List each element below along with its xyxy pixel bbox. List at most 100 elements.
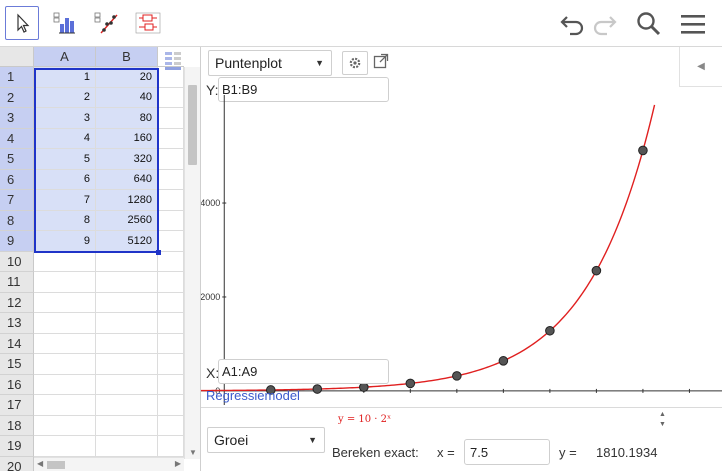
sheet-cell[interactable] [34, 313, 96, 334]
sheet-cell[interactable] [158, 169, 184, 190]
row-header[interactable]: 2 [0, 87, 34, 108]
sheet-cell[interactable] [34, 415, 96, 436]
scroll-right-icon[interactable]: ▶ [175, 459, 181, 468]
move-tool-button[interactable] [5, 6, 39, 40]
corner-cell[interactable] [0, 47, 34, 67]
sheet-cell[interactable] [158, 128, 184, 149]
row-header[interactable]: 8 [0, 210, 34, 231]
sheet-cell[interactable] [158, 108, 184, 129]
sheet-cell[interactable] [158, 251, 184, 272]
sheet-cell[interactable]: 3 [34, 108, 96, 129]
sheet-cell[interactable] [158, 210, 184, 231]
sheet-cell[interactable] [34, 436, 96, 457]
sheet-cell[interactable] [158, 292, 184, 313]
sheet-cell[interactable] [96, 292, 158, 313]
sheet-cell[interactable] [34, 272, 96, 293]
row-header[interactable]: 17 [0, 395, 34, 416]
row-header[interactable]: 3 [0, 108, 34, 129]
sheet-cell[interactable] [96, 251, 158, 272]
sheet-cell[interactable] [96, 415, 158, 436]
sheet-cell[interactable] [158, 333, 184, 354]
sheet-cell[interactable] [158, 354, 184, 375]
row-header[interactable]: 20 [0, 456, 34, 471]
sheet-cell[interactable]: 2 [34, 87, 96, 108]
column-header-a[interactable]: A [34, 47, 96, 67]
sheet-cell[interactable] [96, 374, 158, 395]
sheet-cell[interactable] [34, 251, 96, 272]
row-header[interactable]: 1 [0, 67, 34, 88]
sheet-cell[interactable]: 4 [34, 128, 96, 149]
sheet-cell[interactable] [96, 272, 158, 293]
sheet-cell[interactable]: 2560 [96, 210, 158, 231]
row-header[interactable]: 15 [0, 354, 34, 375]
sheet-cell[interactable] [158, 313, 184, 334]
sheet-cell[interactable]: 5120 [96, 231, 158, 252]
row-header[interactable]: 7 [0, 190, 34, 211]
sheet-cell[interactable]: 6 [34, 169, 96, 190]
sheet-cell[interactable] [34, 354, 96, 375]
sheet-cell[interactable]: 1280 [96, 190, 158, 211]
row-header[interactable]: 10 [0, 251, 34, 272]
row-header[interactable]: 11 [0, 272, 34, 293]
sheet-cell[interactable]: 640 [96, 169, 158, 190]
fill-handle[interactable] [156, 250, 161, 255]
regression-model-link[interactable]: Regressiemodel [206, 388, 300, 403]
sheet-cell[interactable] [158, 87, 184, 108]
horizontal-scrollbar[interactable]: ◀ ▶ [34, 457, 184, 471]
scroll-left-icon[interactable]: ◀ [37, 459, 43, 468]
sheet-cell[interactable] [158, 149, 184, 170]
x-value-input[interactable]: 7.5 [464, 439, 550, 465]
scroll-down-icon[interactable]: ▼ [189, 448, 197, 457]
main-menu-button[interactable] [677, 8, 709, 40]
sheet-cell[interactable]: 40 [96, 87, 158, 108]
sheet-cell[interactable] [34, 374, 96, 395]
sheet-cell[interactable]: 8 [34, 210, 96, 231]
sheet-cell[interactable] [96, 354, 158, 375]
row-header[interactable]: 5 [0, 149, 34, 170]
sheet-cell[interactable] [34, 395, 96, 416]
regression-model-select[interactable]: Groei ▼ [207, 427, 325, 453]
sheet-cell[interactable]: 20 [96, 67, 158, 88]
sheet-cell[interactable] [96, 395, 158, 416]
sheet-cell[interactable]: 7 [34, 190, 96, 211]
horizontal-scroll-thumb[interactable] [47, 461, 65, 469]
x-source-input[interactable]: A1:A9 [218, 359, 389, 384]
undo-button[interactable] [556, 8, 588, 40]
row-header[interactable]: 12 [0, 292, 34, 313]
row-header[interactable]: 14 [0, 333, 34, 354]
row-header[interactable]: 4 [0, 128, 34, 149]
formula-scroll-arrows[interactable]: ▲ ▼ [659, 410, 669, 432]
multiple-variable-analysis-button[interactable] [131, 6, 165, 40]
sheet-cell[interactable]: 9 [34, 231, 96, 252]
two-variable-regression-button[interactable] [89, 6, 123, 40]
collapse-panel-button[interactable]: ◀ [679, 47, 722, 87]
one-variable-analysis-button[interactable] [47, 6, 81, 40]
row-header[interactable]: 9 [0, 231, 34, 252]
plot-type-select[interactable]: Puntenplot ▼ [208, 50, 332, 76]
sheet-cell[interactable]: 80 [96, 108, 158, 129]
column-header-b[interactable]: B [96, 47, 158, 67]
vertical-scroll-thumb[interactable] [188, 85, 197, 165]
vertical-scrollbar[interactable]: ▼ [184, 67, 200, 459]
row-header[interactable]: 16 [0, 374, 34, 395]
sheet-cell[interactable] [158, 374, 184, 395]
sheet-cell[interactable] [34, 292, 96, 313]
sheet-cell[interactable] [158, 272, 184, 293]
search-button[interactable] [633, 8, 665, 40]
sheet-cell[interactable] [96, 313, 158, 334]
row-header[interactable]: 6 [0, 169, 34, 190]
redo-button[interactable] [589, 8, 621, 40]
row-header[interactable]: 13 [0, 313, 34, 334]
settings-button[interactable] [342, 51, 368, 75]
sheet-cell[interactable] [158, 231, 184, 252]
sheet-cell[interactable] [158, 67, 184, 88]
sheet-cell[interactable]: 160 [96, 128, 158, 149]
sheet-cell[interactable]: 1 [34, 67, 96, 88]
row-header[interactable]: 18 [0, 415, 34, 436]
sheet-cell[interactable] [158, 395, 184, 416]
open-external-button[interactable] [373, 53, 389, 74]
sheet-cell[interactable] [96, 333, 158, 354]
sheet-cell[interactable] [96, 436, 158, 457]
sheet-cell[interactable]: 5 [34, 149, 96, 170]
row-header[interactable]: 19 [0, 436, 34, 457]
